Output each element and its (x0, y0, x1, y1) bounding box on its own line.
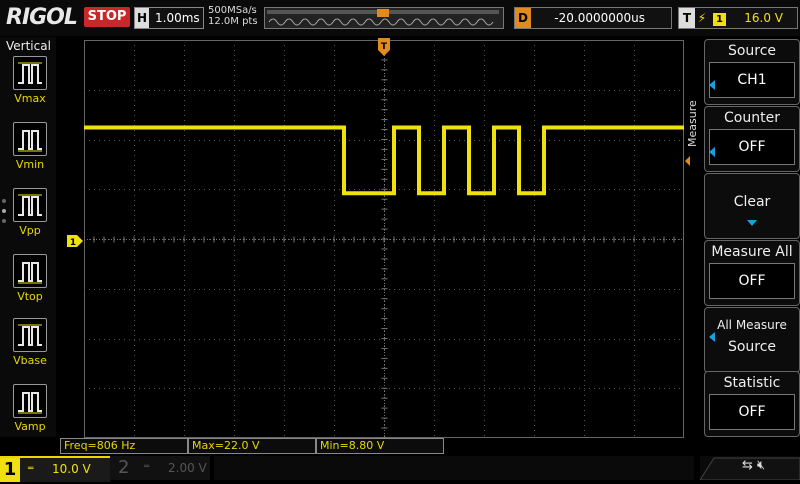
delay-value: -20.0000000us (554, 11, 645, 25)
horizontal-delay-box[interactable]: D -20.0000000us (514, 7, 672, 29)
ch2-scale: 2.00 V (168, 461, 207, 475)
brand-logo: RIGOL (6, 5, 78, 30)
svg-text:1: 1 (70, 238, 76, 247)
vmin-icon (18, 130, 42, 152)
measure-vamp-button[interactable] (13, 384, 47, 418)
source-value: CH1 (709, 62, 795, 98)
measure-vamp-label: Vamp (14, 420, 46, 433)
vpp-icon (18, 194, 42, 216)
acquisition-info: 500MSa/s 12.0M pts (208, 5, 258, 27)
ch2-number: 2 (118, 457, 130, 478)
ch2-status[interactable]: 2 ═ 2.00 V (110, 456, 210, 480)
all-measure-source-softkey[interactable]: All Measure Source (704, 307, 800, 373)
usb-icon: ⇆ (742, 458, 753, 473)
trigger-position-marker[interactable]: T (378, 38, 390, 56)
expand-down-icon (747, 220, 757, 226)
measure-all-title: Measure All (711, 244, 793, 260)
measure-vpp-label: Vpp (19, 224, 41, 237)
measure-vmin-button[interactable] (13, 122, 47, 156)
statistic-softkey[interactable]: Statistic OFF (704, 371, 800, 437)
source-title: Source (727, 43, 777, 59)
select-indicator-icon (709, 80, 715, 90)
dc-coupling-icon: ═ (144, 462, 150, 472)
vbase-icon (18, 324, 42, 346)
status-icons: ⇆ 🔇︎ (742, 458, 765, 473)
trigger-source-badge: 1 (713, 13, 726, 26)
right-softkey-menu: Measure Source CH1 Counter OFF Clear Mea… (686, 37, 800, 437)
vtop-icon (18, 262, 42, 284)
measure-vpp-button[interactable] (13, 188, 47, 222)
delay-key: D (515, 8, 531, 28)
freq-result[interactable]: Freq=806 Hz (60, 438, 188, 454)
graticule (84, 40, 684, 438)
trigger-box[interactable]: T ⚡ 1 16.0 V (678, 7, 798, 29)
ch1-number: 1 (0, 458, 20, 482)
timeline-trigger-icon (377, 9, 389, 17)
memory-timeline[interactable] (264, 7, 504, 29)
measure-all-softkey[interactable]: Measure All OFF (704, 240, 800, 306)
dc-coupling-icon: ═ (28, 464, 34, 474)
all-measure-source-line2: Source (727, 339, 777, 355)
measure-vtop-button[interactable] (13, 254, 47, 288)
counter-softkey[interactable]: Counter OFF (704, 106, 800, 172)
measure-vbase-label: Vbase (13, 354, 47, 367)
measure-vtop-label: Vtop (17, 290, 43, 303)
trigger-key: T (679, 8, 695, 28)
all-measure-source-line1: All Measure (717, 318, 787, 332)
clear-softkey[interactable]: Clear (704, 173, 800, 239)
measure-vmax-button[interactable] (13, 56, 47, 90)
counter-value: OFF (709, 129, 795, 165)
timebase-key: H (135, 8, 149, 28)
ch1-offset-marker[interactable]: 1 (67, 232, 83, 248)
select-indicator-icon (709, 332, 715, 342)
ch1-status[interactable]: 1 ═ 10.0 V (0, 456, 110, 482)
waveform-display[interactable] (84, 40, 684, 438)
run-stop-status[interactable]: STOP (84, 7, 130, 27)
measure-vbase-button[interactable] (13, 318, 47, 352)
source-softkey[interactable]: Source CH1 (704, 39, 800, 105)
statistic-title: Statistic (723, 375, 781, 391)
max-result[interactable]: Max=22.0 V (188, 438, 316, 454)
vmax-icon (18, 62, 42, 84)
timebase-value: 1.00ms (155, 11, 200, 25)
ch1-scale: 10.0 V (52, 462, 91, 476)
statistic-value: OFF (709, 394, 795, 430)
timebase-box[interactable]: H 1.00ms (134, 7, 204, 29)
select-indicator-icon (709, 147, 715, 157)
mute-icon[interactable]: 🔇︎ (757, 458, 765, 473)
trigger-marker-label: T (381, 42, 388, 52)
memory-depth: 12.0M pts (208, 16, 258, 27)
sidebar-title: Vertical (6, 39, 51, 53)
measure-all-value: OFF (709, 263, 795, 299)
sample-rate: 500MSa/s (208, 5, 257, 16)
measure-vmax-label: Vmax (14, 92, 46, 105)
bottom-spacer (214, 456, 694, 480)
rising-edge-icon: ⚡ (697, 11, 707, 25)
measure-vmin-label: Vmin (15, 158, 45, 171)
min-result[interactable]: Min=8.80 V (316, 438, 444, 454)
timeline-overview (267, 9, 499, 26)
counter-title: Counter (724, 110, 780, 126)
vamp-icon (18, 392, 42, 414)
menu-section-label: Measure (686, 100, 699, 147)
trigger-level: 16.0 V (744, 11, 783, 25)
